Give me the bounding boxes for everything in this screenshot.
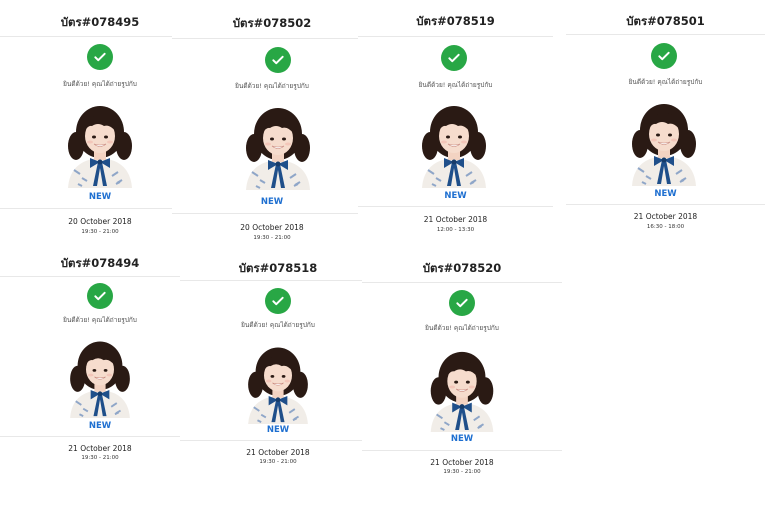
divider <box>566 204 765 205</box>
event-date: 21 October 2018 <box>633 212 698 221</box>
event-date: 21 October 2018 <box>430 458 494 467</box>
check-circle-icon <box>265 288 291 314</box>
status-label: NEW <box>88 192 112 202</box>
ticket-title: บัตร#078518 <box>238 261 318 275</box>
status-label: NEW <box>654 189 677 199</box>
event-time: 16:30 - 18:00 <box>646 224 685 230</box>
check-circle-icon <box>87 283 113 309</box>
status-label: NEW <box>260 197 284 207</box>
status-label: NEW <box>88 421 112 431</box>
congrats-text: ยินดีด้วย! คุณได้ถ่ายรูปกับ <box>63 80 137 88</box>
member-photo <box>238 100 318 190</box>
divider <box>566 34 765 35</box>
divider <box>0 436 200 437</box>
event-date: 21 October 2018 <box>246 448 310 457</box>
status-label: NEW <box>266 425 290 435</box>
ticket-title: บัตร#078520 <box>422 261 502 275</box>
member-photo <box>60 334 140 418</box>
event-time: 19:30 - 21:00 <box>81 455 119 461</box>
event-time: 19:30 - 21:00 <box>443 469 481 475</box>
member-photo <box>414 98 494 188</box>
divider <box>180 280 376 281</box>
status-label: NEW <box>444 191 467 201</box>
ticket-title: บัตร#078501 <box>626 14 705 28</box>
divider <box>358 206 553 207</box>
ticket-title: บัตร#078494 <box>60 256 140 270</box>
status-label: NEW <box>450 434 474 444</box>
divider <box>358 36 553 37</box>
divider <box>0 208 200 209</box>
ticket-title: บัตร#078519 <box>416 14 495 28</box>
congrats-text: ยินดีด้วย! คุณได้ถ่ายรูปกับ <box>241 321 315 329</box>
event-date: 21 October 2018 <box>423 215 488 224</box>
event-time: 19:30 - 21:00 <box>253 235 291 241</box>
event-date: 20 October 2018 <box>68 217 132 226</box>
congrats-text: ยินดีด้วย! คุณได้ถ่ายรูปกับ <box>425 324 499 332</box>
congrats-text: ยินดีด้วย! คุณได้ถ่ายรูปกับ <box>418 81 493 89</box>
divider <box>172 38 372 39</box>
ticket-title: บัตร#078502 <box>232 16 312 30</box>
divider <box>362 450 562 451</box>
ticket-card[interactable]: บัตร#078519 ยินดีด้วย! คุณได้ถ่ายรูปกับ … <box>358 10 553 245</box>
ticket-card[interactable]: บัตร#078520 ยินดีด้วย! คุณได้ถ่ายรูปกับ … <box>362 258 562 493</box>
member-photo <box>238 340 318 424</box>
member-photo <box>422 344 502 432</box>
check-circle-icon <box>651 43 677 69</box>
check-circle-icon <box>441 45 467 71</box>
event-date: 20 October 2018 <box>240 223 304 232</box>
divider <box>0 276 200 277</box>
congrats-text: ยินดีด้วย! คุณได้ถ่ายรูปกับ <box>628 78 703 86</box>
event-time: 19:30 - 21:00 <box>259 459 297 465</box>
member-photo <box>60 98 140 188</box>
check-circle-icon <box>265 47 291 73</box>
check-circle-icon <box>87 44 113 70</box>
event-date: 21 October 2018 <box>68 444 132 453</box>
ticket-title: บัตร#078495 <box>60 15 140 29</box>
divider <box>180 440 376 441</box>
ticket-card[interactable]: บัตร#078495 ยินดีด้วย! คุณได้ถ่ายรูปกับ … <box>0 8 200 243</box>
ticket-card[interactable]: บัตร#078502 ยินดีด้วย! คุณได้ถ่ายรูปกับ … <box>172 12 372 247</box>
event-time: 19:30 - 21:00 <box>81 229 119 235</box>
congrats-text: ยินดีด้วย! คุณได้ถ่ายรูปกับ <box>63 316 137 324</box>
ticket-card[interactable]: บัตร#078518 ยินดีด้วย! คุณได้ถ่ายรูปกับ … <box>180 258 376 488</box>
divider <box>0 36 200 37</box>
member-photo <box>624 96 704 186</box>
divider <box>172 213 372 214</box>
congrats-text: ยินดีด้วย! คุณได้ถ่ายรูปกับ <box>235 82 309 90</box>
event-time: 12:00 - 13:30 <box>436 227 475 233</box>
check-circle-icon <box>449 290 475 316</box>
divider <box>362 282 562 283</box>
ticket-card[interactable]: บัตร#078501 ยินดีด้วย! คุณได้ถ่ายรูปกับ … <box>566 8 765 243</box>
ticket-card[interactable]: บัตร#078494 ยินดีด้วย! คุณได้ถ่ายรูปกับ … <box>0 250 200 480</box>
